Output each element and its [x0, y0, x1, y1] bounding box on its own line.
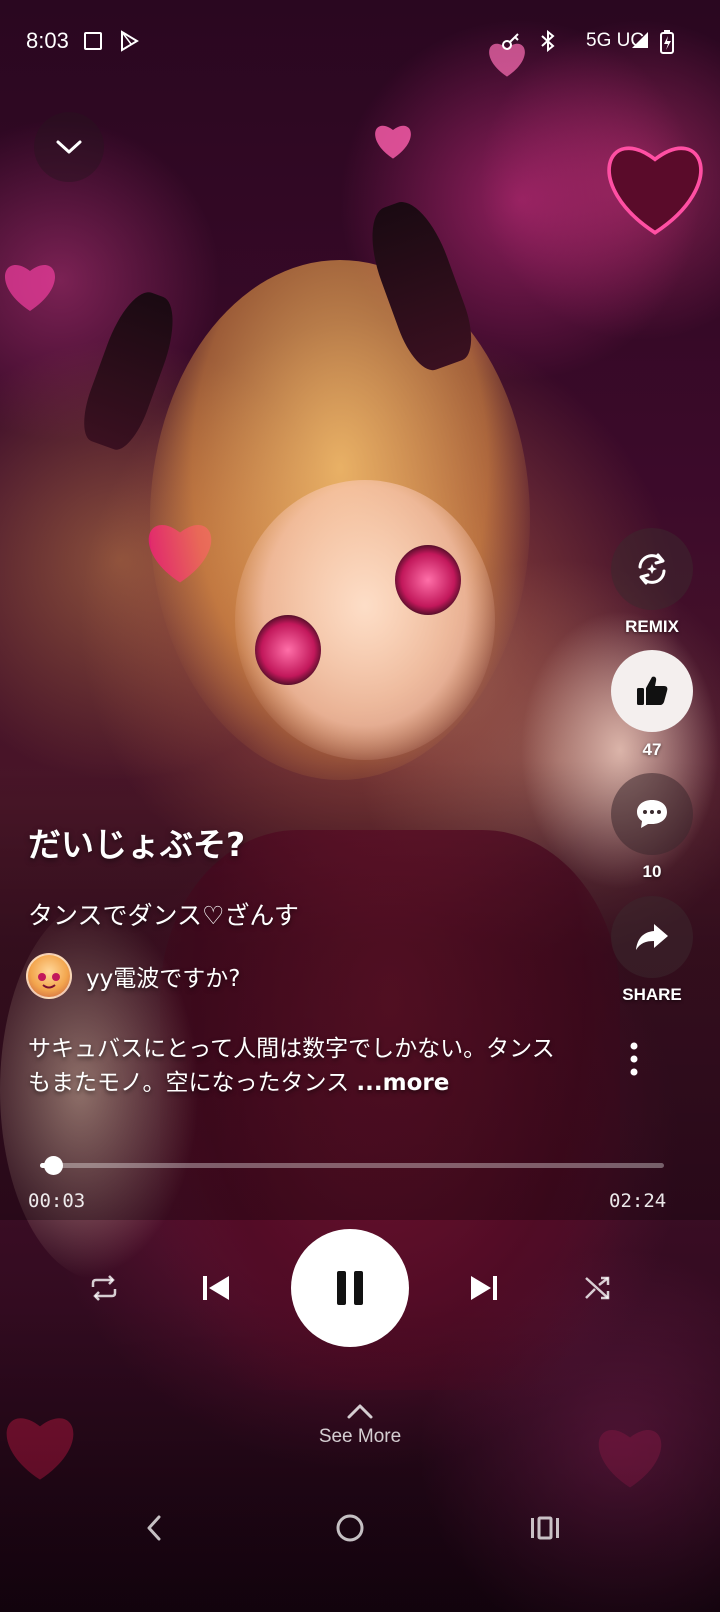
collapse-button[interactable]	[34, 112, 104, 182]
home-button[interactable]	[320, 1504, 380, 1552]
avatar	[26, 953, 72, 999]
comment-icon	[637, 800, 667, 828]
song-description[interactable]: サキュバスにとって人間は数字でしかない。タンスもまたモノ。空になったタンス ..…	[28, 1032, 568, 1100]
current-time: 00:03	[28, 1190, 86, 1212]
status-time: 8:03	[26, 28, 69, 53]
play-store-icon	[118, 30, 140, 56]
skip-next-icon	[471, 1276, 497, 1300]
signal-icon	[630, 30, 650, 54]
see-more-label: See More	[318, 1426, 402, 1447]
shuffle-button[interactable]	[576, 1266, 620, 1310]
home-icon	[336, 1514, 364, 1542]
character-eye	[395, 545, 461, 615]
screenshot-icon	[82, 30, 104, 56]
author-link[interactable]: yy電波ですか?	[26, 953, 240, 999]
heart-decoration	[4, 264, 56, 311]
share-button[interactable]	[611, 896, 693, 978]
next-button[interactable]	[462, 1266, 506, 1310]
heart-decoration	[607, 146, 703, 235]
status-bar: 8:03 5G UC	[0, 0, 720, 90]
remix-button[interactable]	[611, 528, 693, 610]
share-icon	[636, 924, 668, 950]
back-button[interactable]	[124, 1504, 184, 1552]
thumbs-up-icon	[637, 676, 668, 705]
key-icon	[500, 30, 522, 56]
shuffle-icon	[585, 1276, 610, 1300]
comment-button[interactable]	[611, 773, 693, 855]
pause-icon	[337, 1271, 363, 1305]
see-more-button[interactable]: See More	[0, 1402, 720, 1448]
comment-count: 10	[642, 862, 662, 881]
previous-button[interactable]	[194, 1266, 238, 1310]
chevron-down-icon	[56, 140, 82, 154]
remix-icon	[638, 553, 666, 585]
more-vertical-icon	[630, 1042, 638, 1076]
pause-button[interactable]	[291, 1229, 409, 1347]
remix-label: REMIX	[625, 617, 679, 636]
skip-previous-icon	[203, 1276, 229, 1300]
heart-decoration	[375, 125, 411, 159]
character-eye	[255, 615, 321, 685]
recents-button[interactable]	[515, 1504, 575, 1552]
back-icon	[147, 1515, 161, 1541]
progress-thumb[interactable]	[44, 1156, 64, 1175]
repeat-button[interactable]	[82, 1266, 126, 1310]
more-options-button[interactable]	[630, 1040, 666, 1080]
battery-icon	[660, 30, 674, 58]
bluetooth-icon	[538, 29, 558, 56]
description-text: サキュバスにとって人間は数字でしかない。タンスもまたモノ。空になったタンス	[28, 1036, 555, 1096]
song-subtitle: タンスでダンス♡ざんす	[28, 901, 299, 930]
chevron-up-icon	[347, 1404, 373, 1419]
recents-icon	[531, 1516, 559, 1540]
description-more-link[interactable]: ...more	[356, 1070, 449, 1096]
total-time: 02:24	[609, 1190, 667, 1212]
like-count: 47	[642, 740, 662, 759]
song-title: だいじょぶそ?	[28, 825, 246, 864]
repeat-icon	[91, 1275, 117, 1301]
author-name: yy電波ですか?	[86, 966, 241, 992]
like-button[interactable]	[611, 650, 693, 732]
share-label: SHARE	[622, 985, 682, 1004]
progress-bar[interactable]	[40, 1156, 664, 1175]
